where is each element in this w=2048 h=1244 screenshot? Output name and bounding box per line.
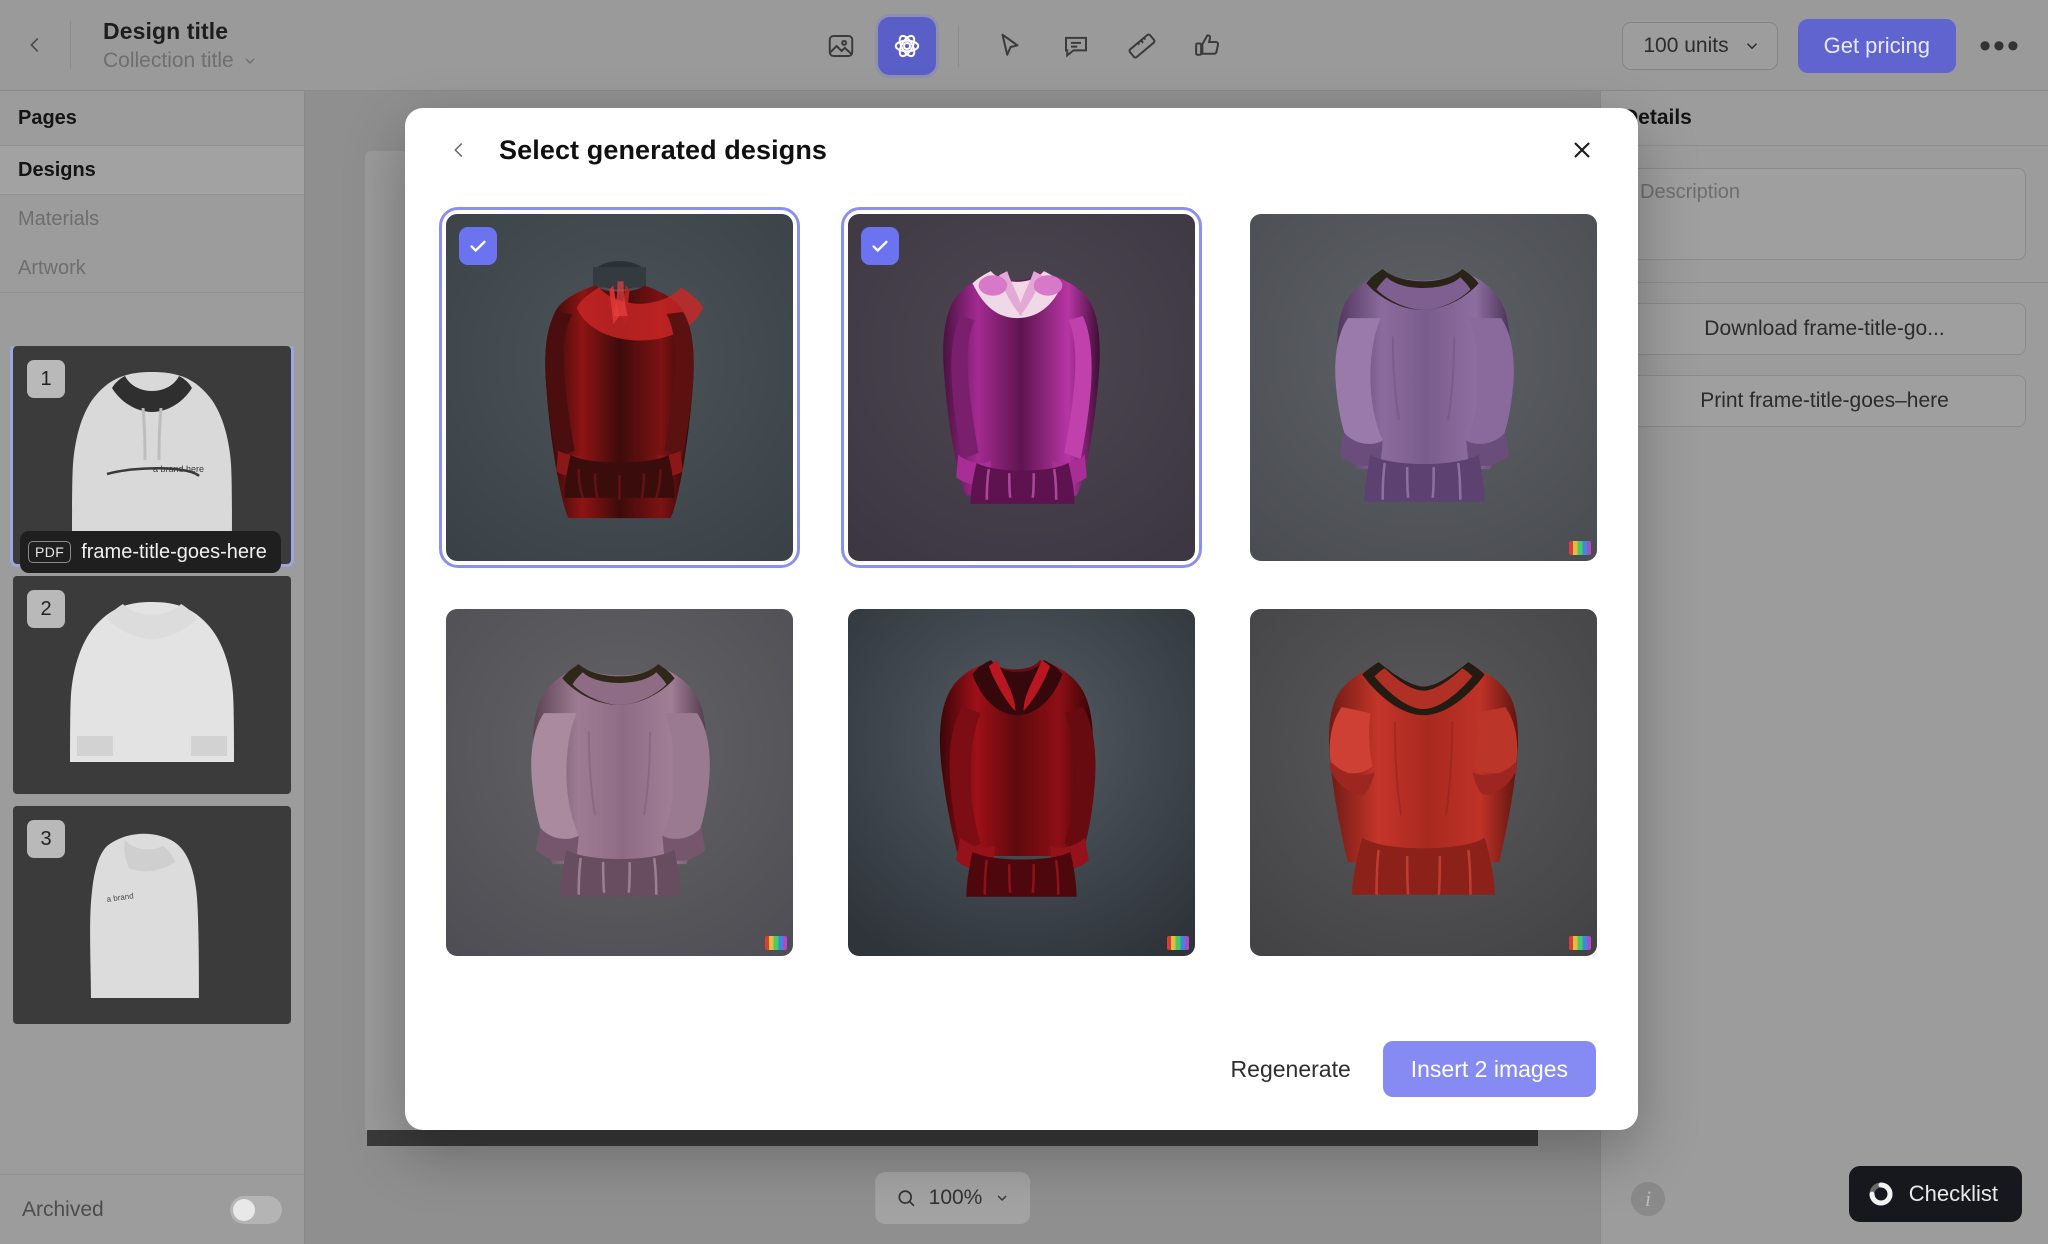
progress-ring-icon (1867, 1180, 1895, 1208)
design-image (446, 609, 793, 956)
design-card[interactable] (844, 605, 1199, 960)
sidebar-item-designs[interactable]: Designs (0, 146, 304, 195)
top-bar: Design title Collection title 100 units … (0, 0, 2048, 91)
more-options-button[interactable]: ••• (1976, 22, 2024, 70)
generated-designs-grid (405, 192, 1638, 1008)
image-tool-button[interactable] (812, 17, 870, 75)
chevron-left-icon (448, 139, 470, 161)
ai-watermark-icon (765, 936, 787, 950)
ai-watermark-icon (1167, 936, 1189, 950)
design-card[interactable] (1246, 210, 1601, 565)
ai-generate-tool-button[interactable] (877, 16, 936, 75)
units-value-label: 100 units (1643, 33, 1729, 57)
measure-tool-button[interactable] (1113, 17, 1171, 75)
download-button[interactable]: Download frame-title-go... (1623, 303, 2026, 355)
archived-label: Archived (22, 1197, 104, 1221)
checklist-button[interactable]: Checklist (1848, 1166, 2022, 1222)
sidebar-item-pages[interactable]: Pages (0, 91, 304, 146)
list-item[interactable]: 2 (13, 576, 291, 794)
zoom-level-label: 100% (928, 1186, 983, 1209)
cursor-icon (995, 31, 1025, 61)
app-root: Design title Collection title 100 units … (0, 0, 2048, 1244)
ai-watermark-icon (1569, 541, 1591, 555)
hoodie-side-image: a brand (90, 833, 199, 998)
thumbs-up-icon (1193, 31, 1223, 61)
check-icon (467, 235, 489, 257)
select-generated-designs-modal: Select generated designs Regenerate Inse… (405, 108, 1638, 1130)
chevron-down-icon (1743, 37, 1761, 55)
design-image (848, 214, 1195, 561)
search-icon (895, 1187, 917, 1209)
canvas-dark-strip (367, 1130, 1538, 1146)
zoom-control[interactable]: 100% (874, 1172, 1031, 1224)
design-image (848, 609, 1195, 956)
list-item[interactable]: 3 a brand (13, 806, 291, 1024)
pdf-tag-label: PDF (28, 541, 72, 563)
design-image (1250, 609, 1597, 956)
header-actions: 100 units Get pricing ••• (1622, 0, 2024, 91)
toggle-knob (233, 1198, 255, 1221)
modal-title: Select generated designs (499, 134, 828, 165)
check-icon (869, 235, 891, 257)
design-card[interactable] (439, 207, 800, 568)
pdf-file-name: frame-title-goes-here (81, 540, 267, 563)
design-checkbox[interactable] (861, 227, 899, 265)
pdf-file-badge[interactable]: PDF frame-title-goes-here (20, 531, 281, 573)
hoodie-back-image (70, 602, 234, 762)
panel-divider (1601, 282, 2048, 283)
description-field[interactable]: Description (1623, 168, 2026, 260)
modal-back-button[interactable] (441, 132, 477, 168)
left-sidebar: Pages Designs Materials Artwork 1 a bran… (0, 91, 305, 1244)
design-image (1250, 214, 1597, 561)
regenerate-button[interactable]: Regenerate (1231, 1056, 1351, 1083)
archived-bar: Archived (0, 1174, 304, 1244)
chevron-down-icon (994, 1190, 1010, 1206)
design-image (446, 214, 793, 561)
modal-header: Select generated designs (405, 108, 1638, 192)
comment-tool-button[interactable] (1047, 17, 1105, 75)
close-icon (1569, 137, 1595, 163)
close-button[interactable] (1562, 130, 1602, 170)
approve-tool-button[interactable] (1179, 17, 1237, 75)
modal-footer: Regenerate Insert 2 images (405, 1008, 1638, 1130)
design-card[interactable] (442, 605, 797, 960)
image-icon (826, 31, 856, 61)
design-thumbnail-list: 1 a brand here 2 3 a brand (0, 346, 304, 1174)
hoodie-front-image: a brand here (72, 372, 232, 534)
sidebar-item-artwork[interactable]: Artwork (0, 244, 304, 293)
units-dropdown[interactable]: 100 units (1622, 21, 1778, 70)
details-heading: Details (1601, 91, 2048, 146)
right-panel: Details Description Download frame-title… (1600, 91, 2048, 1244)
archived-toggle[interactable] (230, 1195, 282, 1224)
design-card[interactable] (1246, 605, 1601, 960)
checklist-label: Checklist (1908, 1181, 1998, 1206)
info-icon[interactable]: i (1631, 1182, 1665, 1216)
print-button[interactable]: Print frame-title-goes–here (1623, 375, 2026, 427)
sidebar-item-materials[interactable]: Materials (0, 195, 304, 244)
insert-images-button[interactable]: Insert 2 images (1382, 1041, 1596, 1097)
ruler-icon (1127, 31, 1157, 61)
design-card[interactable] (841, 207, 1202, 568)
atom-icon (892, 31, 922, 61)
ai-watermark-icon (1569, 936, 1591, 950)
toolbar-divider (957, 24, 959, 67)
get-pricing-button[interactable]: Get pricing (1797, 18, 1956, 73)
select-tool-button[interactable] (981, 17, 1039, 75)
comment-icon (1061, 31, 1091, 61)
design-checkbox[interactable] (459, 227, 497, 265)
svg-text:a brand here: a brand here (153, 464, 204, 474)
